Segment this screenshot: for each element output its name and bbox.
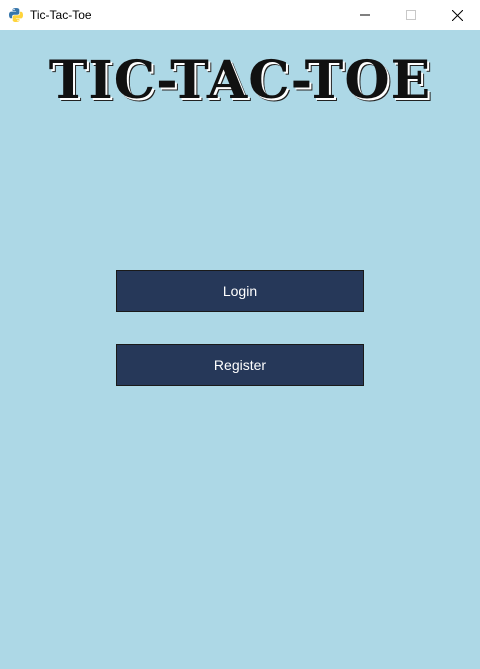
- close-icon: [451, 9, 463, 21]
- window-controls: [342, 0, 480, 30]
- window-title: Tic-Tac-Toe: [30, 8, 92, 22]
- login-button[interactable]: Login: [116, 270, 364, 312]
- page-title: TIC-TAC-TOE: [48, 50, 432, 111]
- register-button[interactable]: Register: [116, 344, 364, 386]
- maximize-icon: [406, 10, 416, 20]
- title-bar[interactable]: Tic-Tac-Toe: [0, 0, 480, 30]
- minimize-button[interactable]: [342, 0, 388, 30]
- login-button-label: Login: [222, 283, 258, 299]
- register-button-label: Register: [213, 357, 267, 373]
- maximize-button[interactable]: [388, 0, 434, 30]
- python-icon: [9, 8, 23, 22]
- app-window: Tic-Tac-Toe TIC-TAC-TOE Login Register: [0, 0, 480, 669]
- minimize-icon: [360, 14, 370, 16]
- close-button[interactable]: [434, 0, 480, 30]
